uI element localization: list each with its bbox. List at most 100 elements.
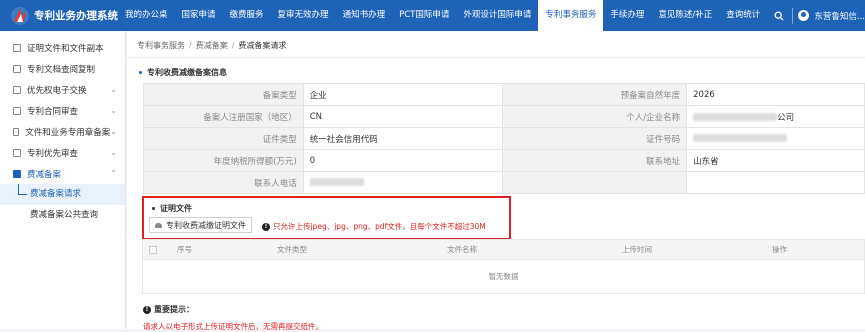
sidebar-item-label: 专利文档查阅复制 — [27, 64, 96, 75]
breadcrumb-separator: / — [231, 41, 235, 50]
upload-note-text: 只允许上传jpeg、jpg、png、pdf文件，且每个文件不超过30M — [273, 222, 486, 231]
search-button[interactable] — [771, 0, 785, 31]
redacted-text — [693, 134, 788, 142]
cloud-upload-icon — [155, 222, 162, 228]
nav-item[interactable]: 查询统计 — [719, 0, 767, 31]
nav-item[interactable]: 意见陈述/补正 — [651, 0, 719, 31]
nav-item[interactable]: 手续办理 — [603, 0, 651, 31]
warning-icon: ! — [143, 305, 151, 314]
nav-item[interactable]: 复审无效办理 — [271, 0, 336, 31]
user-avatar-icon — [798, 10, 810, 21]
phone-value — [302, 171, 504, 194]
cert-number-label: 证件号码 — [502, 127, 688, 150]
address-label: 联系地址 — [502, 149, 688, 172]
nav-item[interactable]: 专利事务服务 — [538, 0, 604, 31]
breadcrumb: 专利事务服务 / 费减备案 / 费减备案请求 — [137, 40, 286, 51]
record-type-value: 企业 — [302, 83, 504, 106]
upload-note: ! 只允许上传jpeg、jpg、png、pdf文件，且每个文件不超过30M — [262, 221, 486, 232]
empty-cell — [502, 171, 688, 194]
evidence-upload-section: 证明文件 专利收费减缴证明文件 ! 只允许上传jpeg、jpg、png、pdf文… — [142, 196, 511, 240]
nav-item[interactable]: 缴费服务 — [223, 0, 271, 31]
select-all-checkbox[interactable] — [149, 245, 157, 254]
nav-item[interactable]: 国家申请 — [175, 0, 223, 31]
applicant-name-suffix: 公司 — [777, 112, 795, 123]
chevron-down-icon: ⌄ — [110, 148, 117, 157]
sidebar-item-label: 优先权电子交换 — [27, 85, 87, 96]
sidebar-subitem[interactable]: 费减备案请求 — [0, 184, 125, 205]
applicant-name-label: 个人/企业名称 — [502, 105, 688, 128]
income-label: 年度纳税所得额(万元) — [143, 149, 304, 172]
cert-type-label: 证件类型 — [143, 127, 304, 150]
app-logo-icon — [10, 6, 30, 26]
nav-item[interactable]: 我的办公桌 — [118, 0, 175, 31]
sidebar-group-fee-reduction[interactable]: 费减备案 ⌃ — [0, 163, 125, 184]
user-name: 东营鲁知信... — [814, 11, 865, 22]
upload-evidence-button[interactable]: 专利收费减缴证明文件 — [149, 217, 252, 233]
nav-item[interactable]: 通知书办理 — [336, 0, 393, 31]
address-value: 山东省 — [686, 149, 865, 172]
nav-item[interactable]: PCT国际申请 — [392, 0, 456, 31]
divider — [127, 57, 865, 58]
chevron-down-icon: ⌄ — [110, 106, 117, 115]
column-header: 上传时间 — [622, 245, 652, 254]
main-content: 专利事务服务 / 费减备案 / 费减备案请求 专利收费减缴备案信息 备案类型 企业 预备… — [127, 31, 865, 331]
sidebar-item[interactable]: 文件和业务专用章备案 ⌄ — [0, 121, 125, 142]
nav-divider — [791, 7, 793, 24]
sidebar-subitem[interactable]: 费减备案公共查询 — [0, 205, 125, 226]
upload-button-label: 专利收费减缴证明文件 — [166, 220, 246, 230]
contract-icon — [13, 106, 21, 115]
record-year-label: 预备案自然年度 — [502, 83, 688, 106]
breadcrumb-item[interactable]: 费减备案 — [196, 41, 228, 50]
chevron-down-icon: ⌄ — [110, 127, 117, 136]
sidebar-item-label: 专利合同审查 — [27, 106, 79, 117]
sidebar-item[interactable]: 优先权电子交换 ⌄ — [0, 79, 125, 100]
income-value: 0 — [302, 149, 504, 172]
file-table: 序号 文件类型 文件名称 上传时间 操作 暂无数据 — [142, 239, 865, 294]
column-header: 文件名称 — [447, 245, 477, 254]
tips-title-text: 重要提示： — [154, 305, 194, 314]
exchange-icon — [13, 85, 21, 94]
file-table-header: 序号 文件类型 文件名称 上传时间 操作 — [143, 240, 864, 259]
section-title-text: 专利收费减缴备案信息 — [147, 68, 227, 77]
evidence-title: 证明文件 — [152, 203, 192, 214]
sidebar-item-label: 费减备案 — [27, 169, 62, 180]
info-row: 备案人注册国家（地区） CN 个人/企业名称 公司 — [143, 105, 865, 128]
app-title: 专利业务办理系统 — [34, 10, 118, 22]
column-header: 操作 — [772, 245, 787, 254]
info-row: 证件类型 统一社会信用代码 证件号码 — [143, 127, 865, 150]
redacted-text — [693, 113, 778, 121]
info-row: 联系人电话 — [143, 171, 865, 194]
sidebar-item[interactable]: 证明文件和文件副本 — [0, 37, 125, 58]
reduction-icon — [13, 169, 21, 178]
bullet-icon — [152, 207, 155, 210]
column-header: 序号 — [177, 245, 192, 254]
user-menu[interactable]: 东营鲁知信... — [798, 10, 865, 22]
breadcrumb-current: 费减备案请求 — [238, 41, 287, 50]
priority-icon — [13, 148, 21, 157]
bullet-icon — [139, 71, 142, 74]
stamp-icon — [13, 127, 20, 136]
sidebar-item-label: 证明文件和文件副本 — [27, 43, 104, 54]
sidebar-item-label: 专利优先审查 — [27, 148, 79, 159]
nav-item[interactable]: 外观设计国际申请 — [456, 0, 538, 31]
search-icon — [774, 11, 783, 20]
tips-text: 请求人以电子形式上传证明文件后，无需再提交纸件。 — [143, 322, 323, 331]
phone-label: 联系人电话 — [143, 171, 304, 194]
column-header: 文件类型 — [277, 245, 307, 254]
top-nav-bar: 专利业务办理系统 我的办公桌 国家申请 缴费服务 复审无效办理 通知书办理 PCT国际申请… — [0, 0, 865, 31]
sidebar-item[interactable]: 专利优先审查 ⌄ — [0, 142, 125, 163]
sidebar-item[interactable]: 专利文档查阅复制 — [0, 58, 125, 79]
app-logo[interactable]: 专利业务办理系统 — [0, 6, 118, 26]
record-type-label: 备案类型 — [143, 83, 304, 106]
cert-type-value: 统一社会信用代码 — [302, 127, 504, 150]
copy-icon — [13, 64, 21, 73]
sidebar: 证明文件和文件副本 专利文档查阅复制 优先权电子交换 ⌄ 专利合同审查 ⌄ 文件和业务专用章… — [0, 31, 126, 329]
info-row: 备案类型 企业 预备案自然年度 2026 — [143, 83, 865, 106]
info-row: 年度纳税所得额(万元) 0 联系地址 山东省 — [143, 149, 865, 172]
sidebar-item[interactable]: 专利合同审查 ⌄ — [0, 100, 125, 121]
applicant-name-value: 公司 — [686, 105, 865, 128]
breadcrumb-item[interactable]: 专利事务服务 — [137, 41, 185, 50]
chevron-down-icon: ⌄ — [110, 85, 117, 94]
main-nav: 我的办公桌 国家申请 缴费服务 复审无效办理 通知书办理 PCT国际申请 外观设计国际申请专… — [118, 0, 767, 31]
empty-state: 暂无数据 — [143, 259, 864, 293]
